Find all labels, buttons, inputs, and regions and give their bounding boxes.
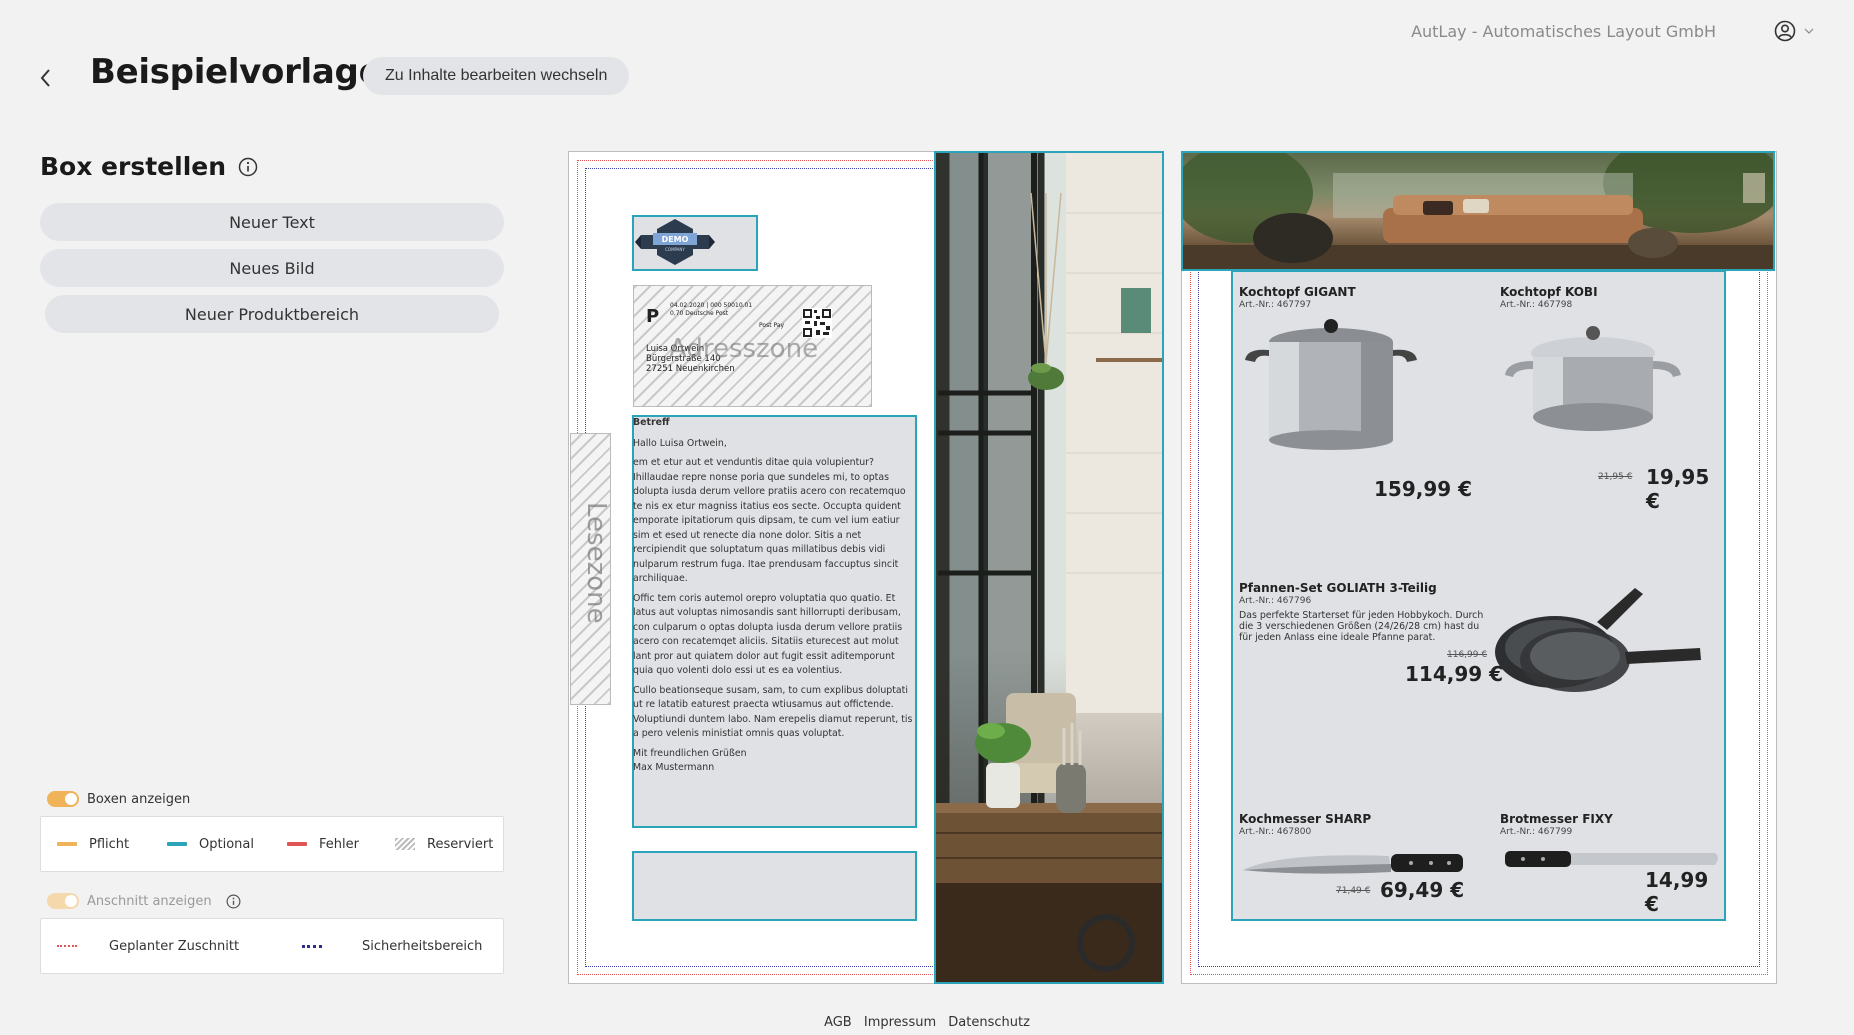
demo-company-logo: DEMO COMPANY	[635, 219, 715, 265]
legend-error: Fehler	[287, 837, 395, 852]
product-3-description: Das perfekte Starterset für jeden Hobbyk…	[1239, 610, 1484, 643]
product-2-article: Art.-Nr.: 467798	[1500, 300, 1573, 310]
footer-agb-link[interactable]: AGB	[824, 1015, 852, 1030]
cafe-illustration	[936, 153, 1162, 982]
legend-required-label: Pflicht	[89, 836, 130, 852]
show-bleed-row: Anschnitt anzeigen	[47, 893, 241, 909]
product-2-price: 19,95 €	[1646, 465, 1710, 513]
info-icon[interactable]	[226, 894, 241, 909]
back-button[interactable]	[34, 66, 58, 90]
stamp-sender-line: 04.02.2020 | 000 50010.01	[670, 302, 753, 309]
letter-signature: Max Mustermann	[633, 762, 715, 773]
legend-optional: Optional	[167, 837, 287, 852]
legend-error-label: Fehler	[319, 836, 359, 852]
safety-area-swatch	[302, 944, 322, 948]
letter-greeting: Hallo Luisa Ortwein,	[633, 437, 727, 449]
stamp-service: Post Pay	[759, 322, 785, 329]
product-3-name: Pfannen-Set GOLIATH 3-Teilig	[1239, 581, 1437, 595]
company-name: AutLay - Automatisches Layout GmbH	[1411, 22, 1716, 41]
chevron-down-icon	[1804, 28, 1814, 34]
footer-datenschutz-link[interactable]: Datenschutz	[948, 1015, 1030, 1030]
product-2-name: Kochtopf KOBI	[1500, 285, 1598, 299]
user-icon	[1774, 20, 1796, 42]
logo-line1: DEMO	[662, 235, 689, 244]
box-create-title: Box erstellen	[40, 152, 227, 181]
reading-zone[interactable]: Lesezone	[570, 433, 611, 705]
new-product-area-button[interactable]: Neuer Produktbereich	[45, 295, 499, 333]
switch-to-content-edit-button[interactable]: Zu Inhalte bearbeiten wechseln	[363, 57, 630, 95]
letter-closing: Mit freundlichen Grüßen	[633, 747, 747, 759]
box-create-heading: Box erstellen	[40, 152, 258, 181]
cooking-pot-small-image	[1505, 326, 1681, 431]
stamp-header: 04.02.2020 | 000 50010.01 0,70 Deutsche …	[670, 302, 820, 318]
stamp-p: P	[646, 306, 660, 327]
legend-planned-cut-label: Geplanter Zuschnitt	[109, 938, 240, 954]
sofa-illustration	[1183, 153, 1773, 269]
product-3-old-price: 116,99 €	[1447, 650, 1488, 660]
show-boxes-label: Boxen anzeigen	[87, 791, 191, 807]
legend-safety-area-label: Sicherheitsbereich	[362, 938, 483, 954]
stamp-postage: 0,70 Deutsche Post	[670, 310, 729, 317]
legend-required: Pflicht	[57, 837, 167, 852]
product-4-name: Kochmesser SHARP	[1239, 812, 1372, 826]
address-zone[interactable]: P 04.02.2020 | 000 50010.01 0,70 Deutsch…	[633, 285, 872, 407]
show-boxes-toggle[interactable]	[47, 791, 79, 807]
footer-impressum-link[interactable]: Impressum	[864, 1015, 936, 1030]
product-1-article: Art.-Nr.: 467797	[1239, 300, 1312, 310]
product-4-price: 69,49 €	[1380, 878, 1465, 902]
logo-box[interactable]: DEMO COMPANY	[632, 215, 758, 271]
box-legend: Pflicht Optional Fehler Reserviert	[40, 816, 504, 872]
user-menu[interactable]	[1774, 20, 1814, 42]
new-image-button[interactable]: Neues Bild	[40, 249, 504, 287]
logo-line2: COMPANY	[665, 247, 685, 252]
planned-cut-swatch	[57, 945, 77, 947]
letter-paragraph-2: Offic tem coris autemol orepro voluptati…	[633, 592, 903, 677]
product-area[interactable]: Kochtopf GIGANT Art.-Nr.: 467797 159,99 …	[1231, 270, 1726, 921]
footer-links: AGB Impressum Datenschutz	[0, 1015, 1854, 1030]
product-1-price: 159,99 €	[1374, 477, 1473, 501]
living-room-image[interactable]	[1181, 151, 1775, 271]
product-5-article: Art.-Nr.: 467799	[1500, 827, 1573, 837]
product-2-old-price: 21,95 €	[1598, 472, 1633, 482]
product-1-name: Kochtopf GIGANT	[1239, 285, 1356, 299]
legend-reserved-label: Reserviert	[427, 836, 494, 852]
error-swatch	[287, 842, 307, 846]
legend-optional-label: Optional	[199, 836, 254, 852]
product-5-name: Brotmesser FIXY	[1500, 812, 1613, 826]
cooking-pot-large-image	[1245, 319, 1417, 450]
legend-safety-area: Sicherheitsbereich	[302, 939, 482, 954]
optional-swatch	[167, 842, 187, 846]
legend-reserved: Reserviert	[395, 837, 493, 852]
empty-text-box[interactable]	[632, 851, 917, 921]
frying-pan-set-image	[1495, 588, 1701, 692]
show-bleed-label: Anschnitt anzeigen	[87, 893, 212, 909]
page-title: Beispielvorlage	[90, 52, 382, 92]
bleed-legend: Geplanter Zuschnitt Sicherheitsbereich	[40, 918, 504, 974]
address-zone-label: Adresszone	[669, 334, 819, 364]
product-4-article: Art.-Nr.: 467800	[1239, 827, 1312, 837]
new-text-button[interactable]: Neuer Text	[40, 203, 504, 241]
chevron-left-icon	[40, 69, 50, 87]
product-5-price: 14,99 €	[1645, 868, 1709, 916]
product-3-article: Art.-Nr.: 467796	[1239, 596, 1312, 606]
legend-planned-cut: Geplanter Zuschnitt	[57, 939, 302, 954]
info-icon[interactable]	[238, 157, 258, 177]
stamp-recipient-city: 27251 Neuenkirchen	[646, 364, 735, 374]
letter-paragraph-1: em et etur aut et venduntis ditae quia v…	[633, 457, 906, 584]
letter-paragraph-3: Cullo beationseque susam, sam, to cum ex…	[633, 684, 913, 740]
reading-zone-label: Lesezone	[581, 502, 611, 624]
letter-text: Betreff Hallo Luisa Ortwein, em et etur …	[633, 416, 915, 781]
required-swatch	[57, 842, 77, 846]
show-boxes-row: Boxen anzeigen	[47, 791, 190, 807]
reserved-swatch	[395, 838, 415, 850]
product-4-old-price: 71,49 €	[1336, 886, 1371, 896]
show-bleed-toggle[interactable]	[47, 893, 79, 909]
cafe-interior-image[interactable]	[934, 151, 1164, 984]
letter-subject: Betreff	[633, 417, 670, 428]
